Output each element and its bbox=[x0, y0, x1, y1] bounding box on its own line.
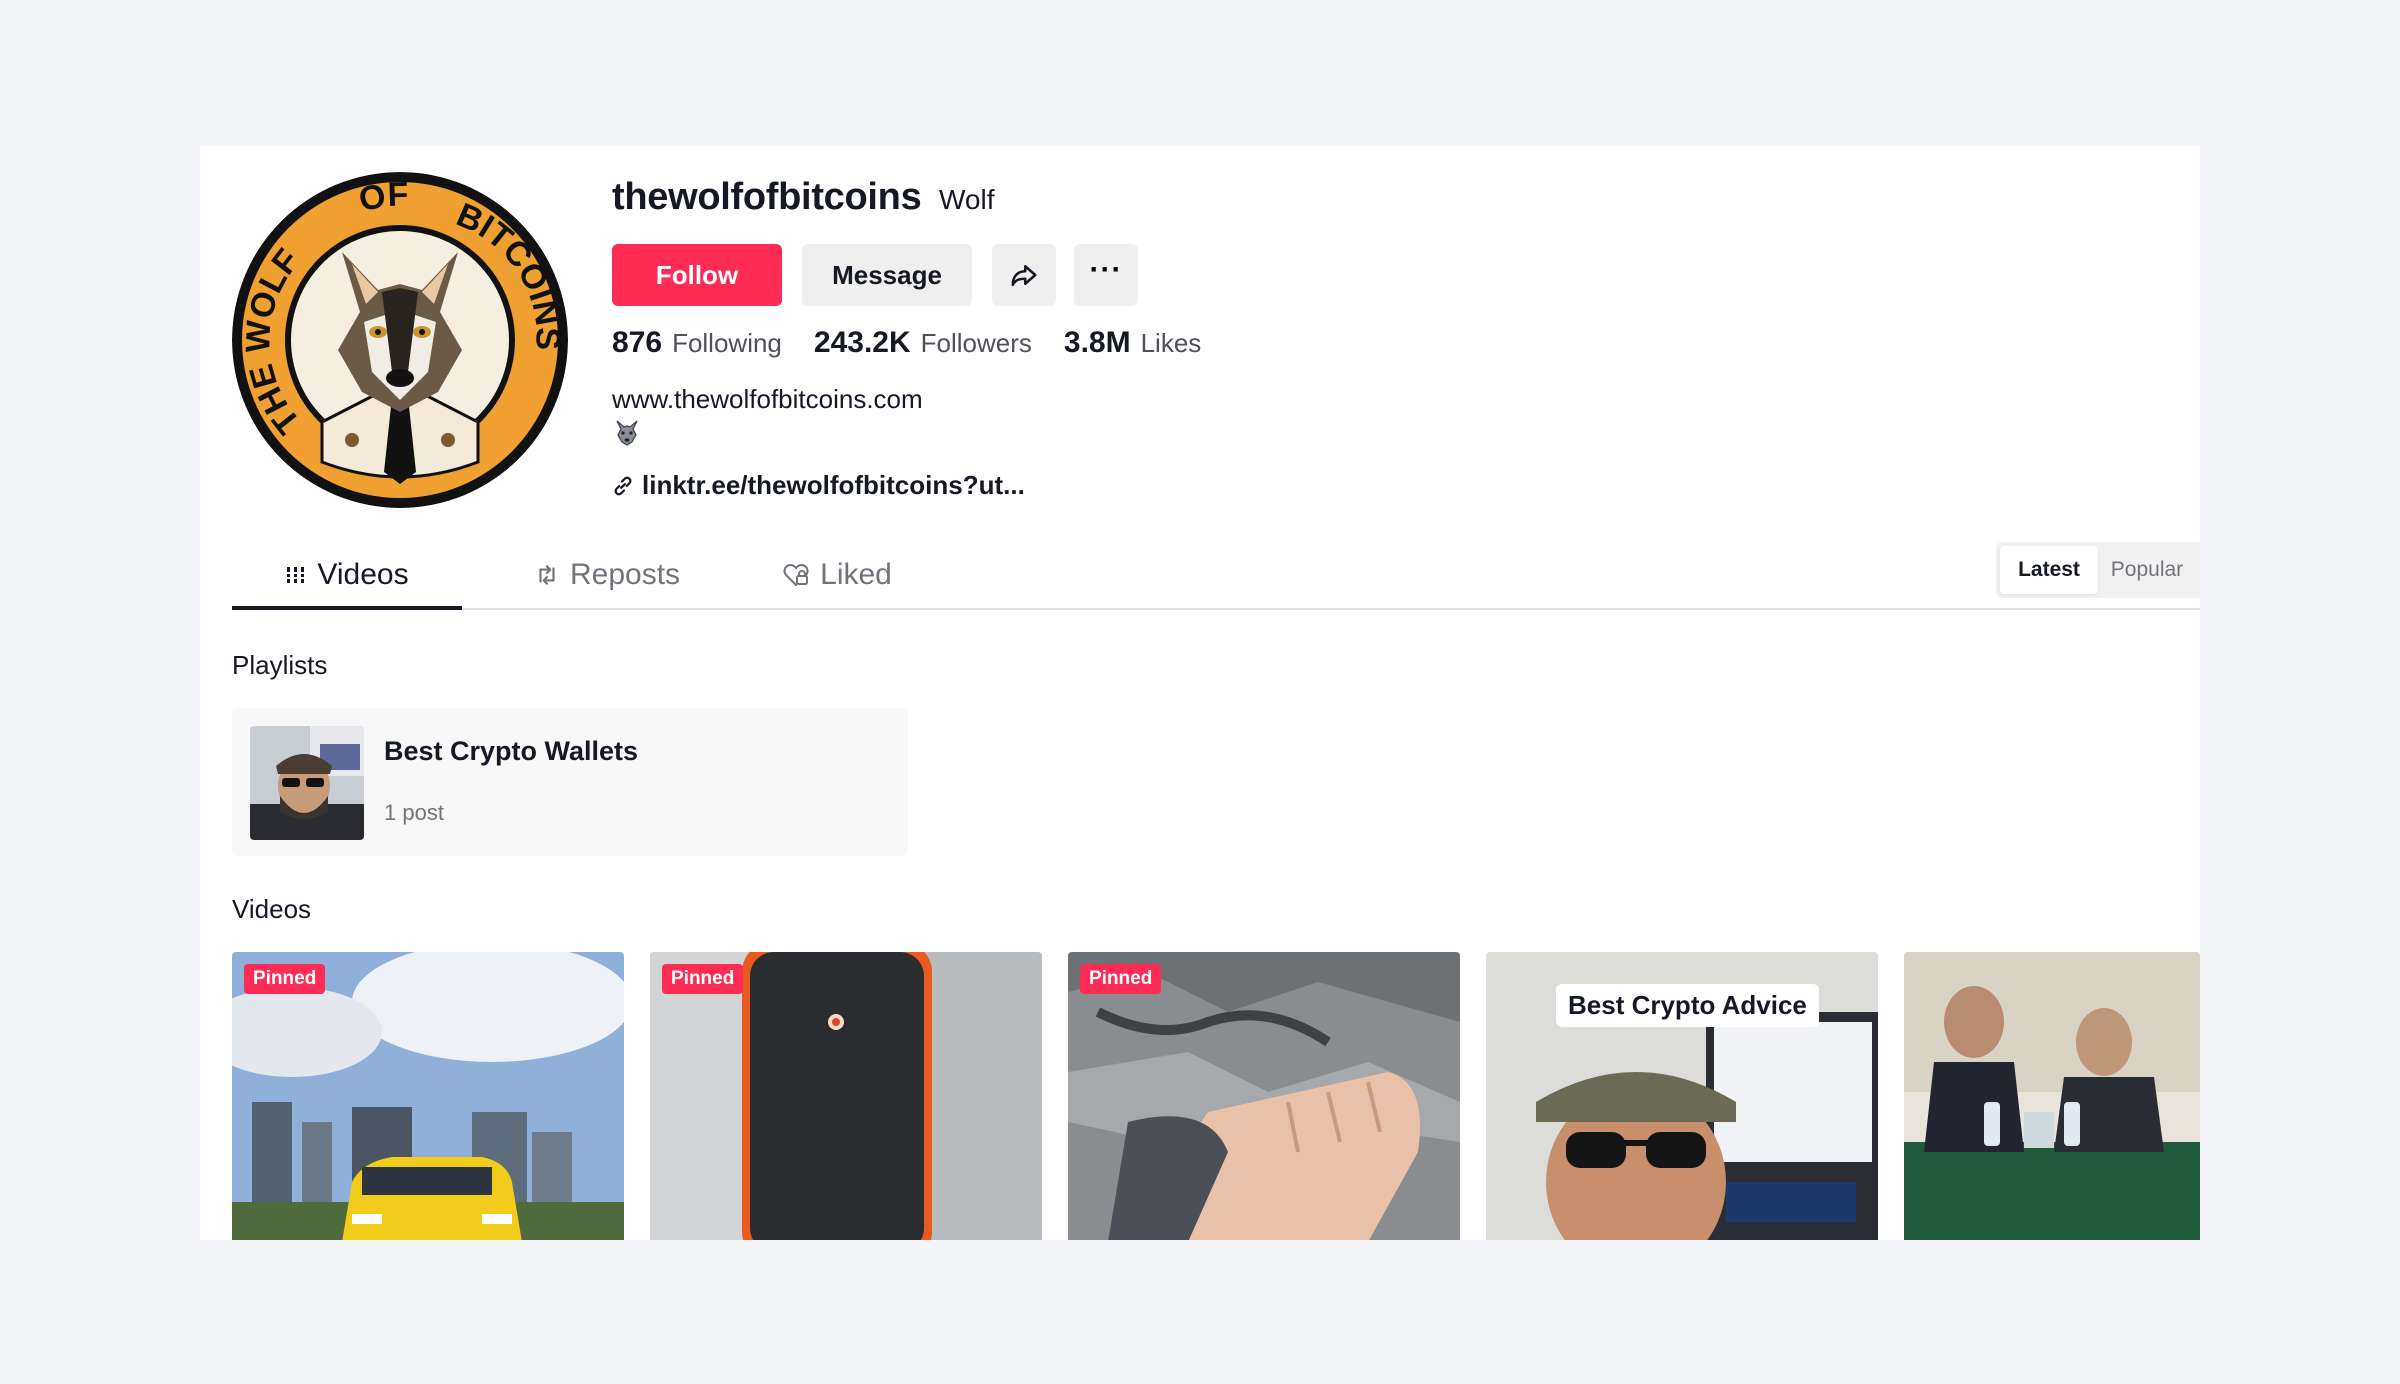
tab-videos-label: Videos bbox=[317, 558, 409, 591]
video-thumbnail[interactable] bbox=[1904, 952, 2200, 1240]
tab-reposts-label: Reposts bbox=[569, 558, 681, 591]
bio-external-link[interactable]: linktr.ee/thewolfofbitcoins?ut... bbox=[612, 470, 1025, 501]
followers-stat[interactable]: 243.2K Followers bbox=[814, 326, 1032, 360]
heart-lock-icon bbox=[783, 564, 809, 586]
likes-count: 3.8M bbox=[1063, 326, 1131, 359]
message-button[interactable]: Message bbox=[802, 244, 972, 306]
repost-icon bbox=[539, 565, 555, 585]
profile-panel: THE WOLF OF BITCOINS thewolfofbitcoins W… bbox=[200, 146, 2200, 1240]
sort-latest-button[interactable]: Latest bbox=[2000, 546, 2098, 594]
share-button[interactable] bbox=[992, 244, 1056, 306]
svg-text:OF: OF bbox=[356, 175, 409, 219]
pinned-badge: Pinned bbox=[1080, 964, 1162, 994]
pinned-badge: Pinned bbox=[244, 964, 326, 994]
likes-stat: 3.8M Likes bbox=[1064, 326, 1201, 360]
profile-stats: 876 Following 243.2K Followers 3.8M Like… bbox=[612, 326, 1233, 360]
video-thumbnail-image bbox=[1068, 952, 1460, 1240]
link-icon bbox=[614, 476, 632, 495]
grid-icon bbox=[287, 567, 305, 583]
pinned-badge: Pinned bbox=[662, 964, 744, 994]
video-thumbnail-image bbox=[1904, 952, 2200, 1240]
wolf-logo-image: THE WOLF OF BITCOINS bbox=[232, 172, 568, 508]
sort-toggle: Latest Popular bbox=[1996, 542, 2200, 598]
tab-videos[interactable]: Videos bbox=[232, 542, 462, 610]
avatar-text-top: OF bbox=[356, 175, 409, 219]
bio-website-text: www.thewolfofbitcoins.com bbox=[612, 384, 923, 414]
sort-popular-button[interactable]: Popular bbox=[2098, 546, 2196, 594]
playlist-post-count: 1 post bbox=[384, 800, 444, 825]
profile-tabs: Videos Reposts Liked bbox=[232, 542, 2200, 610]
video-overlay-caption: Best Crypto Advice bbox=[1556, 984, 1819, 1027]
following-label: Following bbox=[672, 328, 782, 358]
followers-count: 243.2K bbox=[813, 326, 911, 359]
tab-liked[interactable]: Liked bbox=[752, 542, 922, 608]
tab-liked-label: Liked bbox=[820, 558, 892, 591]
more-options-button[interactable]: ··· bbox=[1074, 244, 1138, 306]
video-thumbnail[interactable]: Pinned bbox=[650, 952, 1042, 1240]
following-stat[interactable]: 876 Following bbox=[612, 326, 782, 360]
video-thumbnail[interactable]: Pinned bbox=[232, 952, 624, 1240]
playlists-heading: Playlists bbox=[232, 650, 328, 680]
followers-label: Followers bbox=[920, 328, 1032, 358]
follow-button[interactable]: Follow bbox=[612, 244, 782, 306]
playlist-name: Best Crypto Wallets bbox=[384, 736, 639, 766]
bio-link-text: linktr.ee/thewolfofbitcoins?ut... bbox=[642, 470, 1025, 500]
video-thumbnail[interactable]: Best Crypto Advice bbox=[1486, 952, 1878, 1240]
tab-reposts[interactable]: Reposts bbox=[507, 542, 707, 608]
videos-heading: Videos bbox=[232, 894, 312, 924]
likes-label: Likes bbox=[1140, 328, 1202, 358]
playlist-thumbnail-image bbox=[250, 726, 364, 840]
wolf-emoji-icon bbox=[616, 420, 638, 446]
video-thumbnail-image bbox=[232, 952, 624, 1240]
following-count: 876 bbox=[612, 326, 663, 359]
share-icon bbox=[1011, 265, 1037, 287]
playlist-thumbnail bbox=[250, 726, 364, 840]
video-thumbnail-image bbox=[650, 952, 1042, 1240]
profile-avatar[interactable]: THE WOLF OF BITCOINS bbox=[232, 172, 568, 508]
video-thumbnail[interactable]: Pinned bbox=[1068, 952, 1460, 1240]
profile-username: thewolfofbitcoins bbox=[612, 176, 922, 218]
profile-nickname: Wolf bbox=[939, 184, 995, 215]
playlist-card[interactable]: Best Crypto Wallets 1 post bbox=[232, 708, 908, 856]
